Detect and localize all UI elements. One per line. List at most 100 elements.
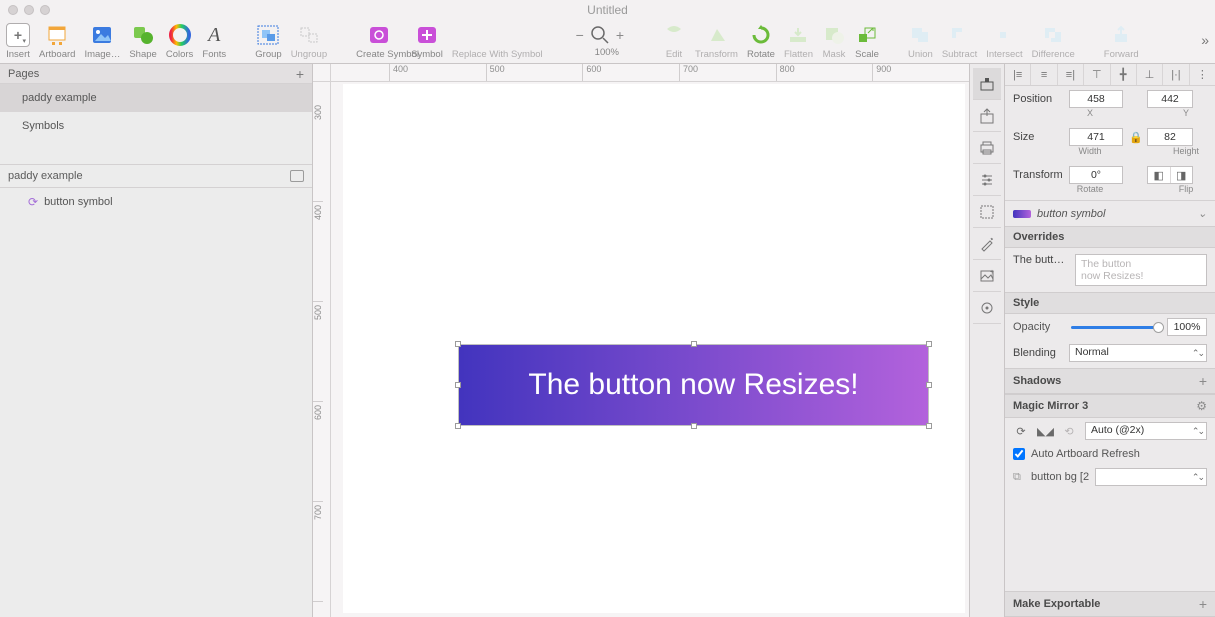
artboard-button[interactable]: Artboard <box>39 23 75 60</box>
add-export-icon[interactable]: + <box>1199 596 1207 612</box>
symbol-icon: ⟳ <box>28 195 38 209</box>
toolbar-overflow-icon[interactable]: » <box>1201 32 1209 48</box>
chevron-down-icon[interactable]: ⌄ <box>1198 207 1207 220</box>
subtract-button: Subtract <box>942 23 977 60</box>
fonts-button[interactable]: A Fonts <box>202 23 226 60</box>
window-titlebar: Untitled <box>0 0 1215 20</box>
tab-design-icon[interactable] <box>973 68 1001 100</box>
position-label: Position <box>1013 93 1063 105</box>
mask-button: Mask <box>822 23 846 60</box>
button-symbol-instance[interactable]: The button now Resizes! <box>458 344 929 426</box>
tab-settings-icon[interactable] <box>973 164 1001 196</box>
ruler-corner <box>313 64 331 82</box>
button-text: The button now Resizes! <box>528 368 858 402</box>
opacity-label: Opacity <box>1013 321 1063 333</box>
artboard-canvas[interactable]: The button now Resizes! <box>343 84 965 613</box>
flip-h-icon[interactable]: ◧ <box>1148 167 1171 183</box>
difference-button: Difference <box>1032 23 1075 60</box>
overrides-head: Overrides <box>1005 226 1215 248</box>
bg-select[interactable] <box>1095 468 1207 486</box>
intersect-button: Intersect <box>986 23 1022 60</box>
style-head: Style <box>1005 292 1215 314</box>
mm-gear-icon[interactable]: ⚙ <box>1196 399 1207 413</box>
traffic-close[interactable] <box>8 5 18 15</box>
zoom-out-icon[interactable]: − <box>572 27 588 43</box>
svg-text:+: + <box>990 269 994 276</box>
override-value-field[interactable]: The button now Resizes! <box>1075 254 1207 286</box>
ruler-top: 400500600700800900 <box>331 64 969 82</box>
zoom-in-icon[interactable]: + <box>612 27 628 43</box>
transform-label: Transform <box>1013 169 1063 181</box>
shadows-head: Shadows+ <box>1005 368 1215 394</box>
magnifier-icon <box>588 23 612 47</box>
mm-scale-select[interactable]: Auto (@2x) <box>1085 422 1207 440</box>
align-bottom-icon[interactable]: ⊥ <box>1137 64 1163 85</box>
group-button[interactable]: Group <box>255 23 281 60</box>
distribute-v-icon[interactable]: ⋮ <box>1190 64 1215 85</box>
tab-export-icon[interactable] <box>973 100 1001 132</box>
lock-aspect-icon[interactable]: 🔒 <box>1129 131 1141 144</box>
image-button[interactable]: Image… <box>84 23 120 60</box>
align-right-icon[interactable]: ≡| <box>1058 64 1084 85</box>
insert-button[interactable]: +▾ Insert <box>6 23 30 60</box>
inspector-mode-tabs: + <box>969 64 1005 617</box>
window-title: Untitled <box>50 3 1165 17</box>
align-left-icon[interactable]: |≡ <box>1005 64 1031 85</box>
page-item-paddy[interactable]: paddy example <box>0 84 312 112</box>
opacity-slider[interactable] <box>1071 326 1159 329</box>
opacity-field[interactable] <box>1167 318 1207 336</box>
shape-button[interactable]: Shape <box>129 23 156 60</box>
symbol-swatch-row[interactable]: button symbol ⌄ <box>1005 201 1215 226</box>
colors-button[interactable]: Colors <box>166 23 193 60</box>
width-field[interactable] <box>1069 128 1123 146</box>
height-field[interactable] <box>1147 128 1193 146</box>
pages-header: Pages + <box>0 64 312 84</box>
alignment-row: |≡ ≡ ≡| ⊤ ╋ ⊥ |·| ⋮ <box>1005 64 1215 86</box>
scale-button[interactable]: Scale <box>855 23 879 60</box>
auto-refresh-label: Auto Artboard Refresh <box>1031 448 1140 460</box>
page-item-symbols[interactable]: Symbols <box>0 112 312 140</box>
export-head: Make Exportable+ <box>1005 591 1215 617</box>
tab-magic-icon[interactable] <box>973 228 1001 260</box>
union-button: Union <box>908 23 933 60</box>
add-shadow-icon[interactable]: + <box>1199 373 1207 389</box>
auto-artboard-refresh-checkbox[interactable] <box>1013 448 1025 460</box>
tab-marquee-icon[interactable] <box>973 196 1001 228</box>
left-sidebar: Pages + paddy example Symbols paddy exam… <box>0 64 313 617</box>
layer-item-button-symbol[interactable]: ⟳ button symbol <box>0 188 312 216</box>
mm-refresh-icon[interactable]: ⟳ <box>1013 425 1029 438</box>
magic-mirror-head: Magic Mirror 3⚙ <box>1005 394 1215 418</box>
blending-label: Blending <box>1013 347 1063 359</box>
mm-rotate-icon: ⟲ <box>1061 425 1077 438</box>
forward-button: Forward <box>1104 23 1139 60</box>
tab-print-icon[interactable] <box>973 132 1001 164</box>
edit-button: Edit <box>662 23 686 60</box>
flip-v-icon[interactable]: ◨ <box>1171 167 1193 183</box>
symbol-button[interactable]: Symbol <box>411 23 443 60</box>
rotate-button[interactable]: Rotate <box>747 23 775 60</box>
replace-symbol-button: Replace With Symbol <box>452 23 543 60</box>
align-top-icon[interactable]: ⊤ <box>1084 64 1110 85</box>
layers-artboard-header[interactable]: paddy example <box>0 164 312 188</box>
mm-flip-icon[interactable]: ◣◢ <box>1037 425 1053 438</box>
add-page-icon[interactable]: + <box>296 66 304 82</box>
x-field[interactable] <box>1069 90 1123 108</box>
distribute-h-icon[interactable]: |·| <box>1163 64 1189 85</box>
canvas-area[interactable]: 400500600700800900 300400500600700 The b… <box>313 64 969 617</box>
rotate-field[interactable] <box>1069 166 1123 184</box>
tab-image-icon[interactable]: + <box>973 260 1001 292</box>
align-vcenter-icon[interactable]: ╋ <box>1111 64 1137 85</box>
size-label: Size <box>1013 131 1063 143</box>
create-symbol-button[interactable]: Create Symbol <box>356 23 402 60</box>
tab-gear-icon[interactable] <box>973 292 1001 324</box>
artboard-icon <box>290 170 304 182</box>
traffic-minimize[interactable] <box>24 5 34 15</box>
flatten-button: Flatten <box>784 23 813 60</box>
zoom-control[interactable]: − + <box>572 23 628 47</box>
toolbar: +▾ Insert Artboard Image… Shape Colors A… <box>0 20 1215 64</box>
blending-select[interactable]: Normal <box>1069 344 1207 362</box>
symbol-swatch-icon <box>1013 210 1031 218</box>
y-field[interactable] <box>1147 90 1193 108</box>
traffic-zoom[interactable] <box>40 5 50 15</box>
align-hcenter-icon[interactable]: ≡ <box>1031 64 1057 85</box>
